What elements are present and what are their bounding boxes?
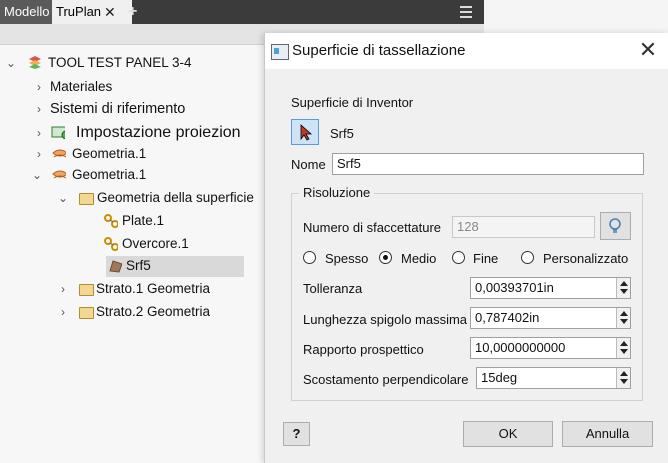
- tree-label: TOOL TEST PANEL 3-4: [48, 55, 192, 70]
- tab-bar: Modello TruPlan ✕ +: [0, 0, 484, 24]
- tree-label: Sistemi di riferimento: [50, 101, 186, 117]
- nome-label: Nome: [291, 157, 326, 172]
- select-surface-button[interactable]: [291, 119, 319, 145]
- assembly-icon: [29, 56, 41, 69]
- hamburger-menu-icon[interactable]: [460, 6, 472, 18]
- spigolo-label: Lunghezza spigolo massima: [303, 312, 468, 327]
- radio-medio-label: Medio: [401, 251, 437, 266]
- spigolo-spinner[interactable]: [616, 308, 630, 328]
- tree-label: Overcore.1: [122, 236, 189, 251]
- chevron-down-icon[interactable]: ⌄: [30, 164, 44, 186]
- projection-icon: [51, 126, 65, 139]
- scostamento-label: Scostamento perpendicolare: [303, 372, 469, 387]
- tolleranza-spinner[interactable]: [616, 278, 630, 298]
- rapporto-spinner[interactable]: [616, 338, 630, 358]
- chevron-right-icon[interactable]: ›: [56, 278, 70, 300]
- folder-icon: [79, 307, 94, 319]
- spigolo-value: 0,787402in: [475, 310, 540, 325]
- tree-label: Strato.2 Geometria: [96, 304, 211, 319]
- chevron-right-icon[interactable]: ›: [32, 76, 46, 98]
- rapporto-label: Rapporto prospettico: [303, 342, 424, 357]
- tree-label: Impostazione proiezion: [76, 124, 241, 141]
- folder-icon: [79, 193, 94, 205]
- help-button[interactable]: ?: [283, 422, 310, 446]
- risoluzione-label: Risoluzione: [299, 185, 375, 200]
- radio-spesso[interactable]: [303, 251, 316, 264]
- browser-tree: ⌄ TOOL TEST PANEL 3-4 › Materiales › Sis…: [0, 45, 264, 463]
- link-icon: [104, 237, 118, 251]
- tolleranza-input[interactable]: 0,00393701in: [470, 277, 631, 299]
- surface-patch-icon: [109, 260, 122, 273]
- help-icon: ?: [292, 426, 301, 441]
- inventor-surface-label: Superficie di Inventor: [291, 95, 414, 110]
- scostamento-value: 15deg: [481, 370, 518, 385]
- sfaccettature-input: 128: [452, 216, 595, 238]
- dialog-app-icon: [271, 44, 289, 60]
- tolleranza-label: Tolleranza: [303, 281, 363, 296]
- sfaccettature-label: Numero di sfaccettature: [303, 220, 442, 235]
- tree-label: Geometria.1: [72, 167, 147, 182]
- tolleranza-value: 0,00393701in: [475, 280, 554, 295]
- folder-icon: [79, 284, 94, 296]
- tree-label: Plate.1: [122, 213, 165, 228]
- radio-personalizzato-label: Personalizzato: [543, 251, 629, 266]
- tree-label: Srf5: [126, 258, 151, 273]
- scostamento-input[interactable]: 15deg: [476, 367, 631, 389]
- tessellation-dialog: Superficie di tassellazione ✕ Superficie…: [264, 33, 668, 463]
- dialog-title-bar[interactable]: Superficie di tassellazione ✕: [265, 33, 668, 69]
- cursor-arrow-icon: [300, 124, 313, 141]
- selected-surface-name: Srf5: [330, 126, 354, 141]
- chevron-down-icon[interactable]: ⌄: [56, 187, 70, 209]
- radio-personalizzato[interactable]: [521, 251, 534, 264]
- hint-button[interactable]: [600, 212, 631, 240]
- radio-spesso-label: Spesso: [325, 251, 369, 266]
- tree-label: Geometria della superficie: [97, 190, 254, 205]
- close-icon[interactable]: ✕: [633, 35, 663, 65]
- dialog-title: Superficie di tassellazione: [292, 42, 466, 59]
- chevron-right-icon[interactable]: ›: [56, 301, 70, 323]
- rapporto-input[interactable]: 10,0000000000: [470, 337, 631, 359]
- chevron-right-icon[interactable]: ›: [32, 143, 46, 165]
- tab-modello[interactable]: Modello: [0, 0, 54, 24]
- rapporto-value: 10,0000000000: [475, 340, 566, 355]
- nome-input[interactable]: Srf5: [332, 153, 644, 175]
- lightbulb-icon: [609, 218, 621, 233]
- scostamento-spinner[interactable]: [616, 368, 630, 388]
- link-icon: [104, 214, 118, 228]
- chevron-right-icon[interactable]: ›: [32, 98, 46, 120]
- ok-button[interactable]: OK: [463, 421, 553, 447]
- spigolo-input[interactable]: 0,787402in: [470, 307, 631, 329]
- tab-close-icon[interactable]: ✕: [104, 0, 116, 24]
- chevron-down-icon[interactable]: ⌄: [4, 52, 18, 74]
- tab-truplan[interactable]: TruPlan: [52, 0, 132, 24]
- surface-icon: [52, 149, 66, 158]
- radio-fine-label: Fine: [473, 251, 499, 266]
- annulla-button[interactable]: Annulla: [562, 421, 653, 447]
- chevron-right-icon[interactable]: ›: [32, 122, 46, 144]
- radio-medio[interactable]: [379, 251, 392, 264]
- add-tab-icon[interactable]: +: [128, 0, 137, 24]
- tree-label: Geometria.1: [72, 146, 147, 161]
- surface-icon: [52, 170, 66, 179]
- tree-label: Strato.1 Geometria: [96, 281, 211, 296]
- radio-fine[interactable]: [452, 251, 465, 264]
- tree-label: Materiales: [50, 79, 113, 94]
